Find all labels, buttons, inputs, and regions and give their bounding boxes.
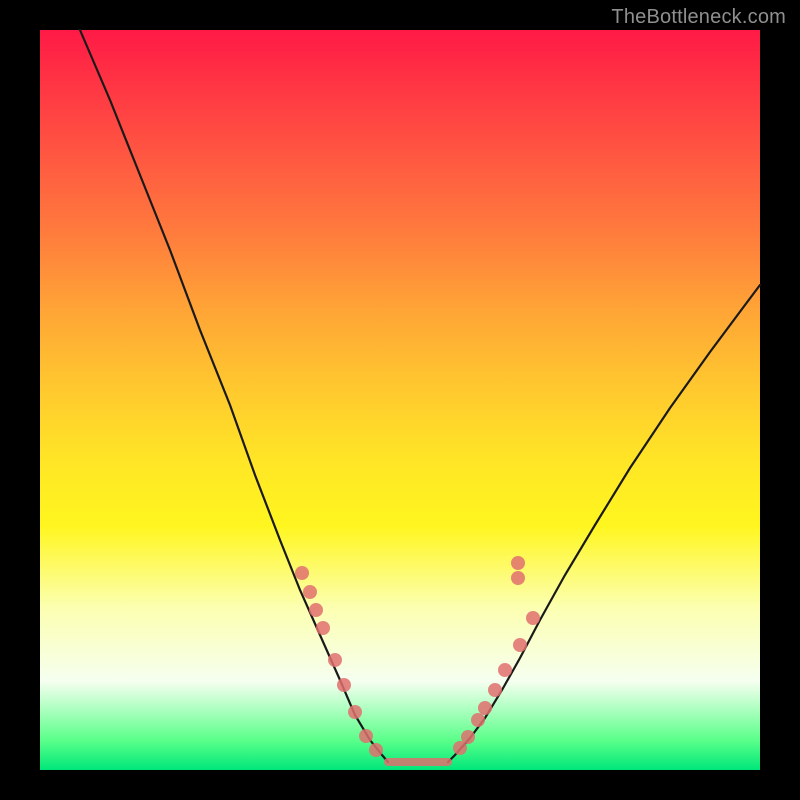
data-marker — [478, 701, 492, 715]
data-marker — [471, 713, 485, 727]
data-marker — [359, 729, 373, 743]
left-curve — [80, 30, 388, 762]
watermark-text: TheBottleneck.com — [611, 6, 786, 29]
data-marker — [513, 638, 527, 652]
data-marker — [328, 653, 342, 667]
data-marker — [498, 663, 512, 677]
markers-right-group — [453, 556, 540, 755]
plot-area — [40, 30, 760, 770]
curve-layer — [40, 30, 760, 770]
data-marker — [337, 678, 351, 692]
data-marker — [488, 683, 502, 697]
data-marker — [461, 730, 475, 744]
data-marker — [303, 585, 317, 599]
data-marker — [348, 705, 362, 719]
markers-left-group — [295, 566, 383, 757]
data-marker — [295, 566, 309, 580]
data-marker — [511, 571, 525, 585]
data-marker — [309, 603, 323, 617]
data-marker — [316, 621, 330, 635]
data-marker — [526, 611, 540, 625]
data-marker — [369, 743, 383, 757]
data-marker — [511, 556, 525, 570]
chart-frame: TheBottleneck.com — [0, 0, 800, 800]
